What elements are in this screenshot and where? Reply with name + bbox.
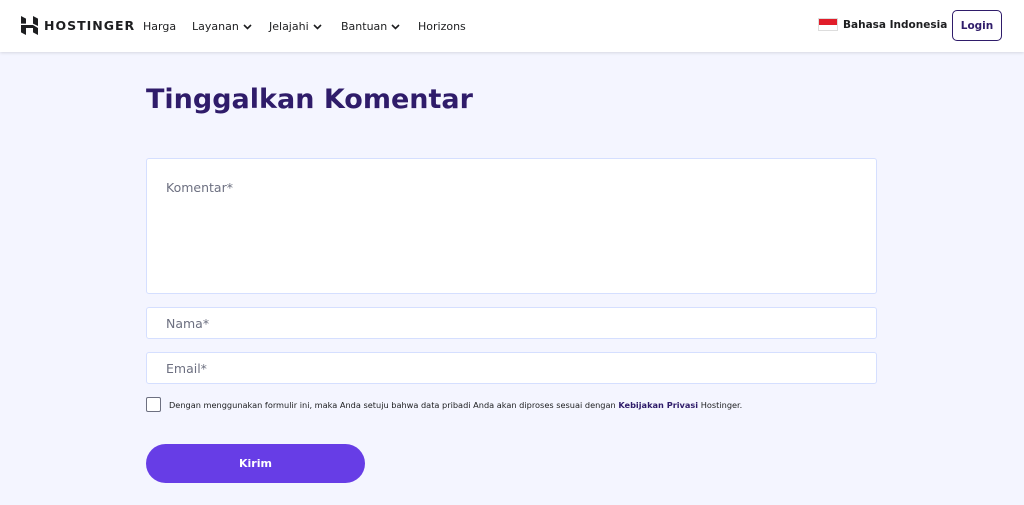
language-label: Bahasa Indonesia bbox=[843, 18, 948, 31]
email-input[interactable]: Email* bbox=[146, 352, 877, 384]
nav-label: Layanan bbox=[192, 19, 239, 33]
nav-label: Horizons bbox=[418, 19, 466, 33]
privacy-policy-link[interactable]: Kebijakan Privasi bbox=[618, 400, 698, 410]
submit-button[interactable]: Kirim bbox=[146, 444, 365, 483]
nav-item-jelajahi[interactable]: Jelajahi bbox=[269, 20, 341, 33]
page-title: Tinggalkan Komentar bbox=[146, 84, 473, 115]
chevron-down-icon bbox=[243, 20, 252, 33]
chevron-down-icon bbox=[391, 20, 400, 33]
consent-text: Dengan menggunakan formulir ini, maka An… bbox=[169, 400, 742, 410]
hostinger-logo[interactable]: HOSTINGER bbox=[21, 16, 135, 35]
name-input[interactable]: Nama* bbox=[146, 307, 877, 339]
consent-checkbox[interactable] bbox=[146, 397, 161, 412]
nav-item-horizons[interactable]: Horizons bbox=[418, 20, 466, 33]
hostinger-logo-icon bbox=[21, 16, 38, 35]
site-header: HOSTINGER Harga Layanan Jelajahi Bantuan… bbox=[0, 0, 1024, 52]
nav-item-harga[interactable]: Harga bbox=[143, 20, 192, 33]
main-nav: Harga Layanan Jelajahi Bantuan Horizons bbox=[143, 0, 466, 52]
consent-suffix: Hostinger. bbox=[700, 399, 743, 410]
language-selector[interactable]: Bahasa Indonesia bbox=[818, 18, 947, 31]
chevron-down-icon bbox=[313, 20, 322, 33]
nav-label: Harga bbox=[143, 19, 177, 33]
consent-prefix: Dengan menggunakan formulir ini, maka An… bbox=[169, 399, 616, 410]
comment-textarea[interactable]: Komentar* bbox=[146, 158, 877, 294]
nav-item-bantuan[interactable]: Bantuan bbox=[341, 20, 418, 33]
nav-label: Jelajahi bbox=[269, 19, 309, 33]
indonesia-flag-icon bbox=[818, 18, 838, 31]
login-button[interactable]: Login bbox=[952, 10, 1002, 41]
email-placeholder: Email* bbox=[166, 361, 207, 376]
comment-placeholder: Komentar* bbox=[166, 180, 233, 195]
nav-label: Bantuan bbox=[341, 19, 388, 33]
nav-item-layanan[interactable]: Layanan bbox=[192, 20, 269, 33]
logo-text: HOSTINGER bbox=[44, 18, 136, 33]
name-placeholder: Nama* bbox=[166, 316, 210, 331]
consent-row: Dengan menggunakan formulir ini, maka An… bbox=[146, 397, 742, 412]
